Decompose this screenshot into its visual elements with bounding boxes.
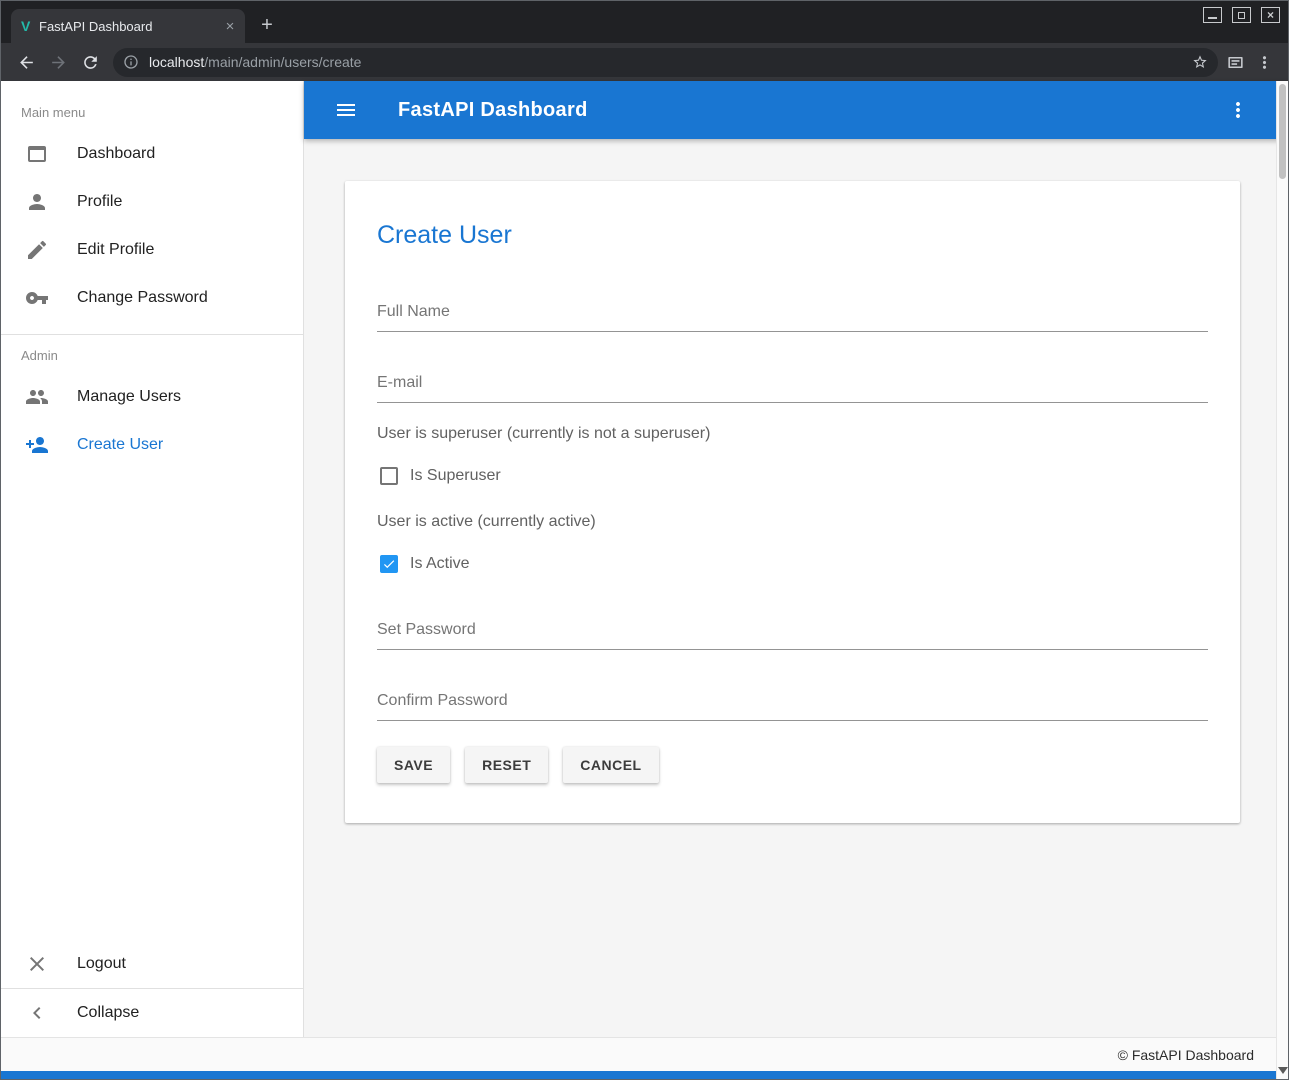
page: Main menu Dashboard Profile Edit Profile… bbox=[1, 81, 1288, 1037]
cancel-button[interactable]: CANCEL bbox=[563, 747, 658, 783]
page-content: Create User User is superuser (currently… bbox=[304, 139, 1288, 1037]
browser-toolbar: localhost/main/admin/users/create bbox=[1, 43, 1288, 81]
set-password-input[interactable] bbox=[377, 613, 1208, 650]
kebab-menu-icon bbox=[1226, 98, 1250, 122]
hamburger-menu-button[interactable] bbox=[328, 92, 364, 128]
bookmark-star-icon[interactable] bbox=[1192, 54, 1208, 70]
email-input[interactable] bbox=[377, 366, 1208, 403]
sidebar-section-admin: Admin bbox=[1, 335, 303, 373]
active-checkbox-row: Is Active bbox=[380, 555, 1208, 573]
confirm-password-input[interactable] bbox=[377, 684, 1208, 721]
browser-tab[interactable]: V FastAPI Dashboard × bbox=[11, 9, 245, 43]
scrollbar-thumb[interactable] bbox=[1279, 84, 1286, 179]
key-icon bbox=[25, 286, 49, 310]
browser-menu-icon[interactable] bbox=[1255, 53, 1274, 72]
sidebar: Main menu Dashboard Profile Edit Profile… bbox=[1, 81, 304, 1037]
forward-button[interactable] bbox=[43, 47, 73, 77]
sidebar-item-edit-profile[interactable]: Edit Profile bbox=[1, 226, 303, 274]
check-icon bbox=[382, 557, 396, 571]
back-arrow-icon bbox=[17, 53, 36, 72]
sidebar-item-manage-users[interactable]: Manage Users bbox=[1, 373, 303, 421]
reload-icon bbox=[81, 53, 100, 72]
dashboard-icon bbox=[25, 142, 49, 166]
sidebar-item-label: Logout bbox=[77, 955, 126, 973]
form-actions: SAVE RESET CANCEL bbox=[377, 747, 1208, 783]
sidebar-item-create-user[interactable]: Create User bbox=[1, 421, 303, 469]
superuser-hint: User is superuser (currently is not a su… bbox=[377, 425, 1208, 443]
tab-title: FastAPI Dashboard bbox=[39, 19, 221, 34]
is-superuser-checkbox[interactable] bbox=[380, 467, 398, 485]
sidebar-item-logout[interactable]: Logout bbox=[1, 940, 303, 988]
save-button[interactable]: SAVE bbox=[377, 747, 450, 783]
pencil-icon bbox=[25, 238, 49, 262]
minimize-button[interactable] bbox=[1203, 7, 1222, 23]
page-info-icon[interactable] bbox=[123, 54, 139, 70]
forward-arrow-icon bbox=[49, 53, 68, 72]
people-icon bbox=[25, 385, 49, 409]
browser-window: V FastAPI Dashboard × + × localhost/main… bbox=[0, 0, 1289, 1080]
maximize-icon bbox=[1238, 12, 1245, 19]
new-tab-button[interactable]: + bbox=[253, 11, 281, 39]
scrollbar-down-arrow-icon[interactable] bbox=[1278, 1067, 1288, 1074]
reload-button[interactable] bbox=[75, 47, 105, 77]
superuser-checkbox-row: Is Superuser bbox=[380, 467, 1208, 485]
sidebar-item-label: Profile bbox=[77, 193, 122, 211]
sidebar-item-dashboard[interactable]: Dashboard bbox=[1, 130, 303, 178]
browser-titlebar: V FastAPI Dashboard × + × bbox=[1, 1, 1288, 43]
sidebar-item-change-password[interactable]: Change Password bbox=[1, 274, 303, 322]
sidebar-item-label: Manage Users bbox=[77, 388, 181, 406]
is-active-checkbox[interactable] bbox=[380, 555, 398, 573]
main-area: FastAPI Dashboard Create User User is su… bbox=[304, 81, 1288, 1037]
back-button[interactable] bbox=[11, 47, 41, 77]
app-bar: FastAPI Dashboard bbox=[304, 81, 1288, 139]
appbar-menu-button[interactable] bbox=[1220, 92, 1256, 128]
sidebar-item-label: Collapse bbox=[77, 1004, 139, 1022]
minimize-icon bbox=[1208, 17, 1217, 19]
person-icon bbox=[25, 190, 49, 214]
close-button[interactable]: × bbox=[1261, 7, 1280, 23]
sidebar-item-label: Create User bbox=[77, 436, 163, 454]
scrollbar[interactable] bbox=[1276, 81, 1288, 1079]
footer-accent-bar bbox=[1, 1071, 1288, 1079]
page-title: Create User bbox=[377, 221, 1208, 249]
sidebar-item-profile[interactable]: Profile bbox=[1, 178, 303, 226]
app-title: FastAPI Dashboard bbox=[398, 99, 588, 122]
sidebar-item-label: Dashboard bbox=[77, 145, 155, 163]
window-controls: × bbox=[1203, 7, 1280, 23]
sidebar-section-main-menu: Main menu bbox=[1, 81, 303, 130]
url-host: localhost bbox=[149, 54, 204, 70]
reset-button[interactable]: RESET bbox=[465, 747, 548, 783]
tab-close-icon[interactable]: × bbox=[221, 17, 239, 35]
page-footer: © FastAPI Dashboard bbox=[1, 1037, 1288, 1071]
hamburger-icon bbox=[334, 98, 358, 122]
is-active-label: Is Active bbox=[410, 555, 470, 573]
footer-copyright: © FastAPI Dashboard bbox=[1118, 1047, 1254, 1063]
sidebar-bottom: Logout Collapse bbox=[1, 940, 303, 1037]
sidebar-item-label: Edit Profile bbox=[77, 241, 154, 259]
toolbar-right bbox=[1226, 53, 1278, 72]
chevron-left-icon bbox=[25, 1001, 49, 1025]
logout-close-icon bbox=[25, 952, 49, 976]
vuetify-favicon-icon: V bbox=[21, 18, 39, 34]
is-superuser-label: Is Superuser bbox=[410, 467, 501, 485]
extension-icon[interactable] bbox=[1226, 53, 1245, 72]
person-add-icon bbox=[25, 433, 49, 457]
sidebar-item-collapse[interactable]: Collapse bbox=[1, 989, 303, 1037]
create-user-card: Create User User is superuser (currently… bbox=[345, 181, 1240, 823]
full-name-input[interactable] bbox=[377, 295, 1208, 332]
close-icon: × bbox=[1267, 9, 1274, 21]
web-viewport: Main menu Dashboard Profile Edit Profile… bbox=[1, 81, 1288, 1079]
url-path: /main/admin/users/create bbox=[204, 54, 361, 70]
active-hint: User is active (currently active) bbox=[377, 513, 1208, 531]
url-text: localhost/main/admin/users/create bbox=[149, 54, 361, 70]
address-bar[interactable]: localhost/main/admin/users/create bbox=[113, 48, 1218, 77]
sidebar-item-label: Change Password bbox=[77, 289, 208, 307]
maximize-button[interactable] bbox=[1232, 7, 1251, 23]
